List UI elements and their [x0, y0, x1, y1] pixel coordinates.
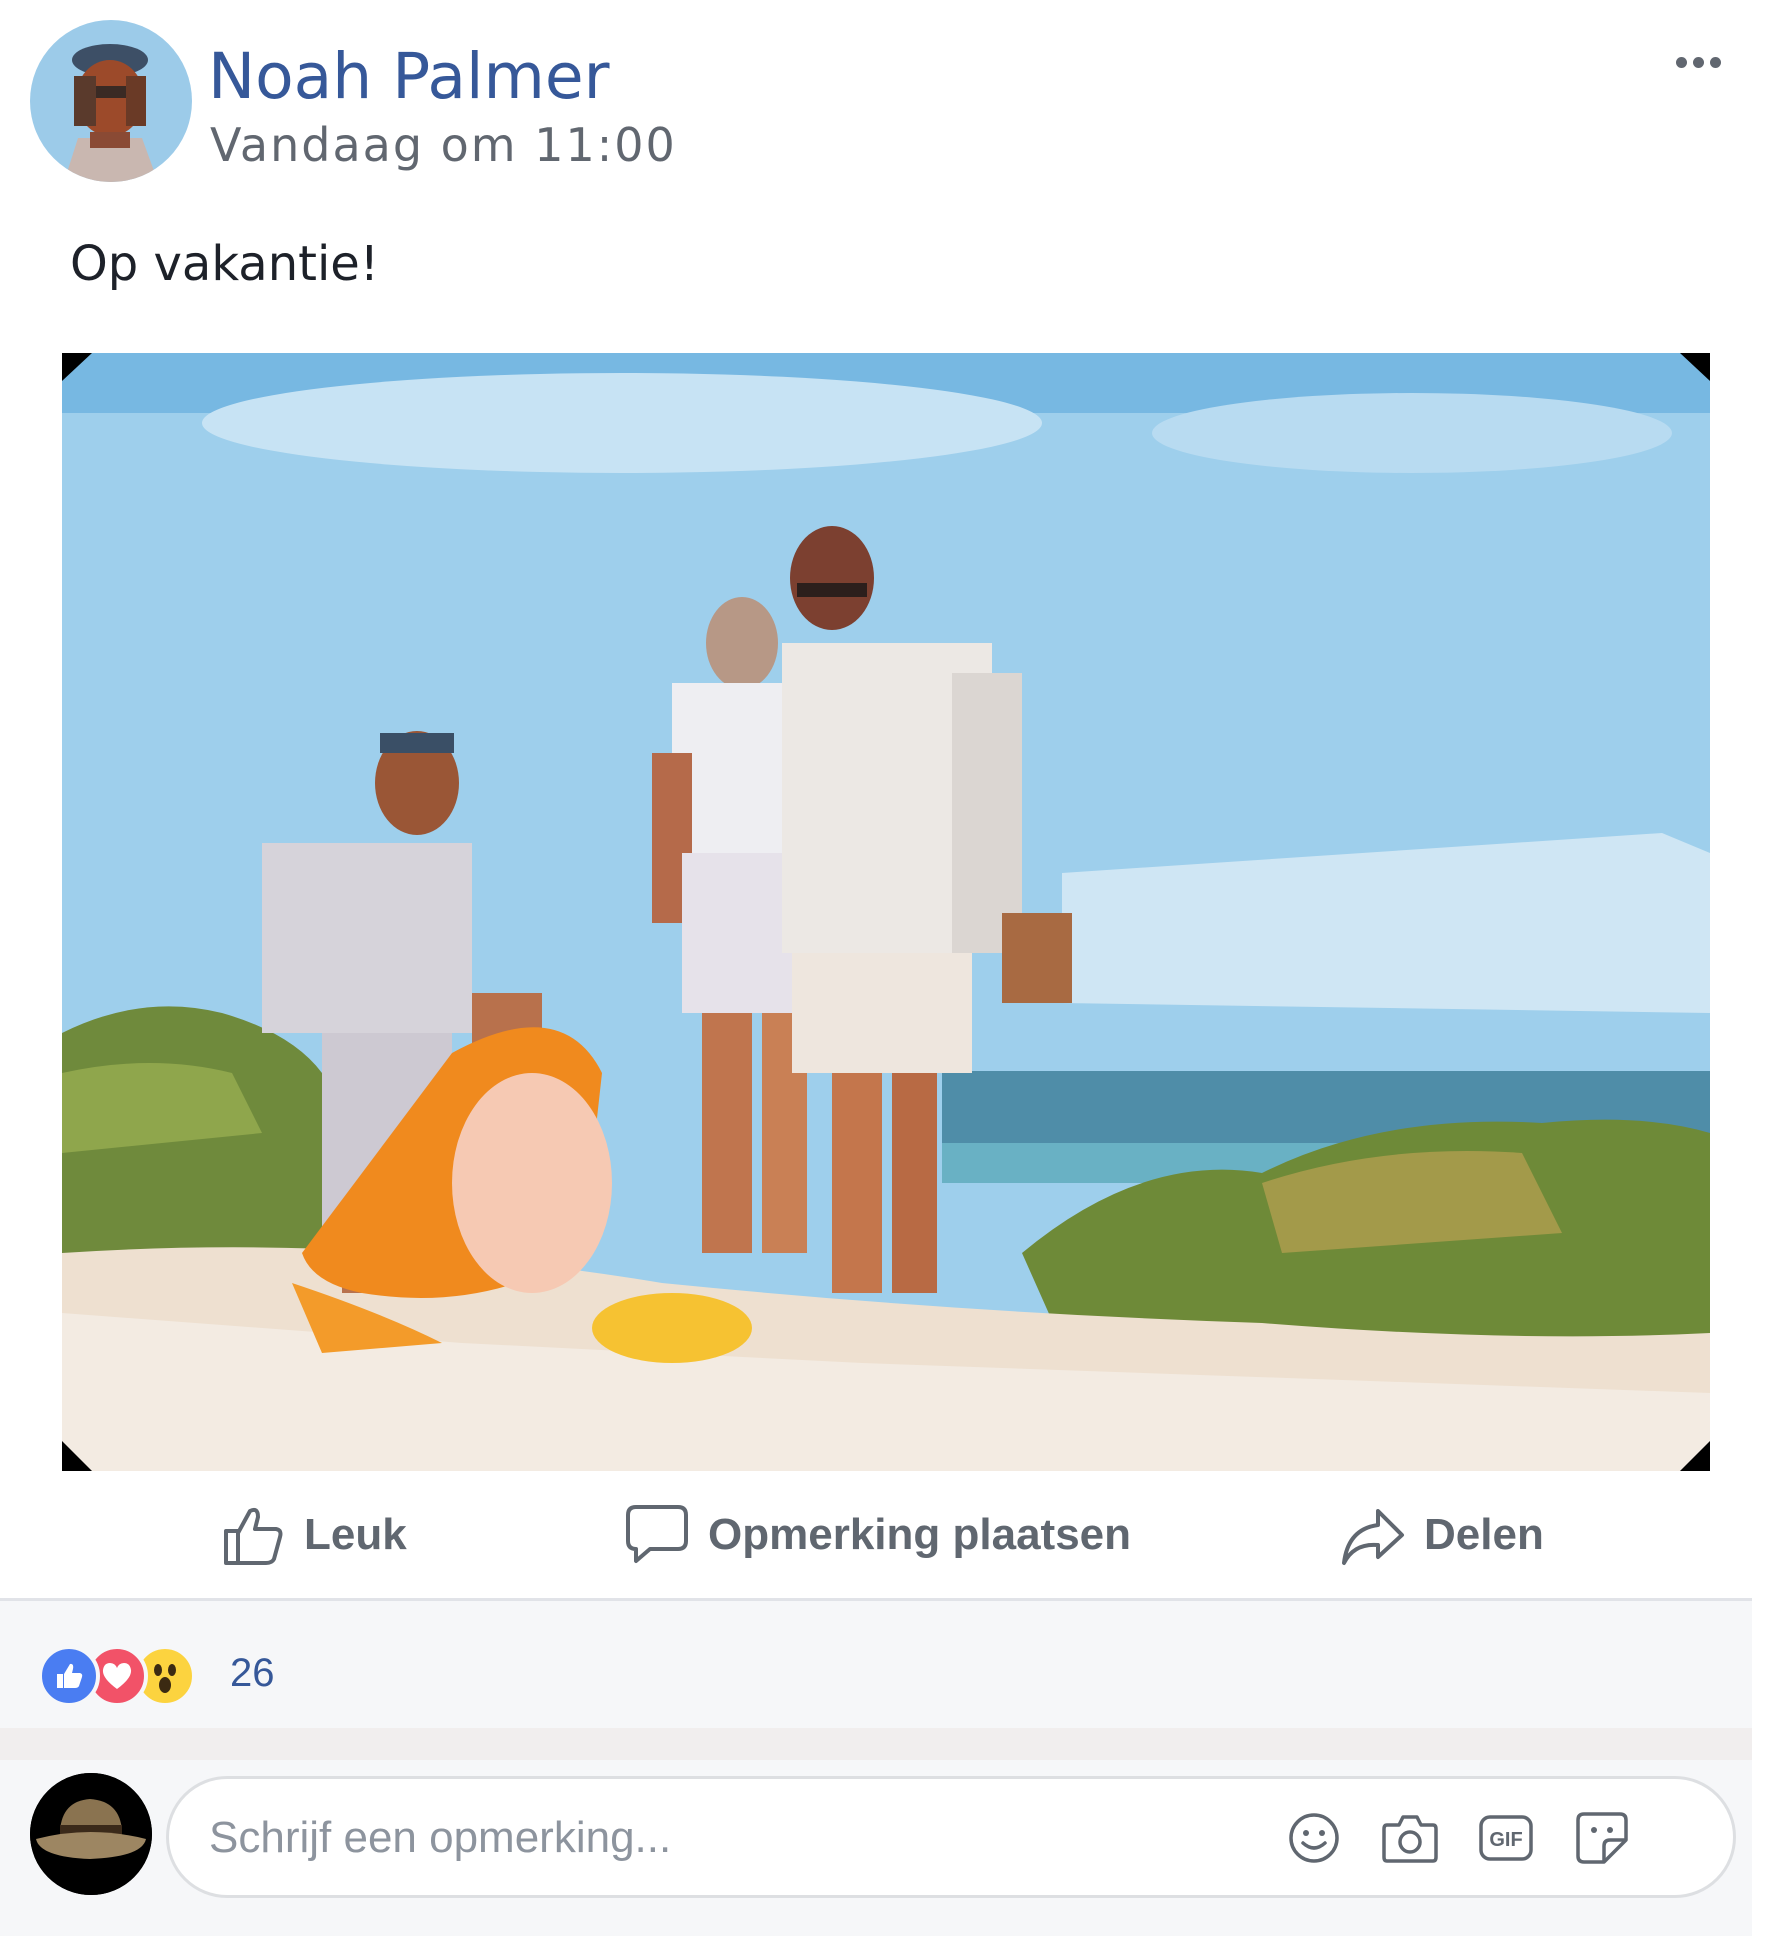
gif-icon[interactable]: GIF: [1475, 1807, 1537, 1869]
more-options-icon[interactable]: [1668, 42, 1728, 82]
share-arrow-icon: [1342, 1509, 1404, 1565]
post-footer: 26 Schrijf een opmerking... GIF: [0, 1598, 1752, 1936]
comment-composer: GIF: [166, 1776, 1736, 1898]
post-message: Op vakantie!: [70, 236, 380, 292]
speech-bubble-icon: [626, 1505, 688, 1563]
dot: [1692, 56, 1704, 68]
emoji-icon[interactable]: [1283, 1807, 1345, 1869]
post-timestamp[interactable]: Vandaag om 11:00: [210, 118, 677, 172]
dot: [1675, 56, 1687, 68]
reactions-summary[interactable]: [38, 1643, 196, 1709]
sticker-icon[interactable]: [1571, 1807, 1633, 1869]
dot: [1709, 56, 1721, 68]
comment-input[interactable]: [209, 1807, 1309, 1869]
share-button[interactable]: Delen: [1340, 1500, 1544, 1570]
like-button[interactable]: Leuk: [222, 1500, 407, 1570]
thumbs-up-icon: [224, 1507, 283, 1565]
reaction-count[interactable]: 26: [230, 1651, 275, 1696]
author-name[interactable]: Noah Palmer: [208, 40, 610, 113]
post-photo[interactable]: [62, 353, 1710, 1471]
commenter-avatar: [30, 1773, 152, 1895]
author-avatar[interactable]: [30, 20, 192, 182]
svg-text:GIF: GIF: [1489, 1829, 1522, 1851]
like-reaction-icon: [38, 1645, 100, 1707]
post-card: Noah Palmer Vandaag om 11:00 Op vakantie…: [0, 0, 1768, 1936]
share-label: Delen: [1424, 1510, 1544, 1559]
divider: [0, 1728, 1752, 1760]
post-actions-bar: Leuk Opmerking plaatsen Delen: [0, 1480, 1752, 1596]
comment-label: Opmerking plaatsen: [708, 1510, 1132, 1559]
like-label: Leuk: [304, 1510, 407, 1559]
comment-button[interactable]: Opmerking plaatsen: [624, 1500, 1131, 1570]
camera-icon[interactable]: [1379, 1807, 1441, 1869]
